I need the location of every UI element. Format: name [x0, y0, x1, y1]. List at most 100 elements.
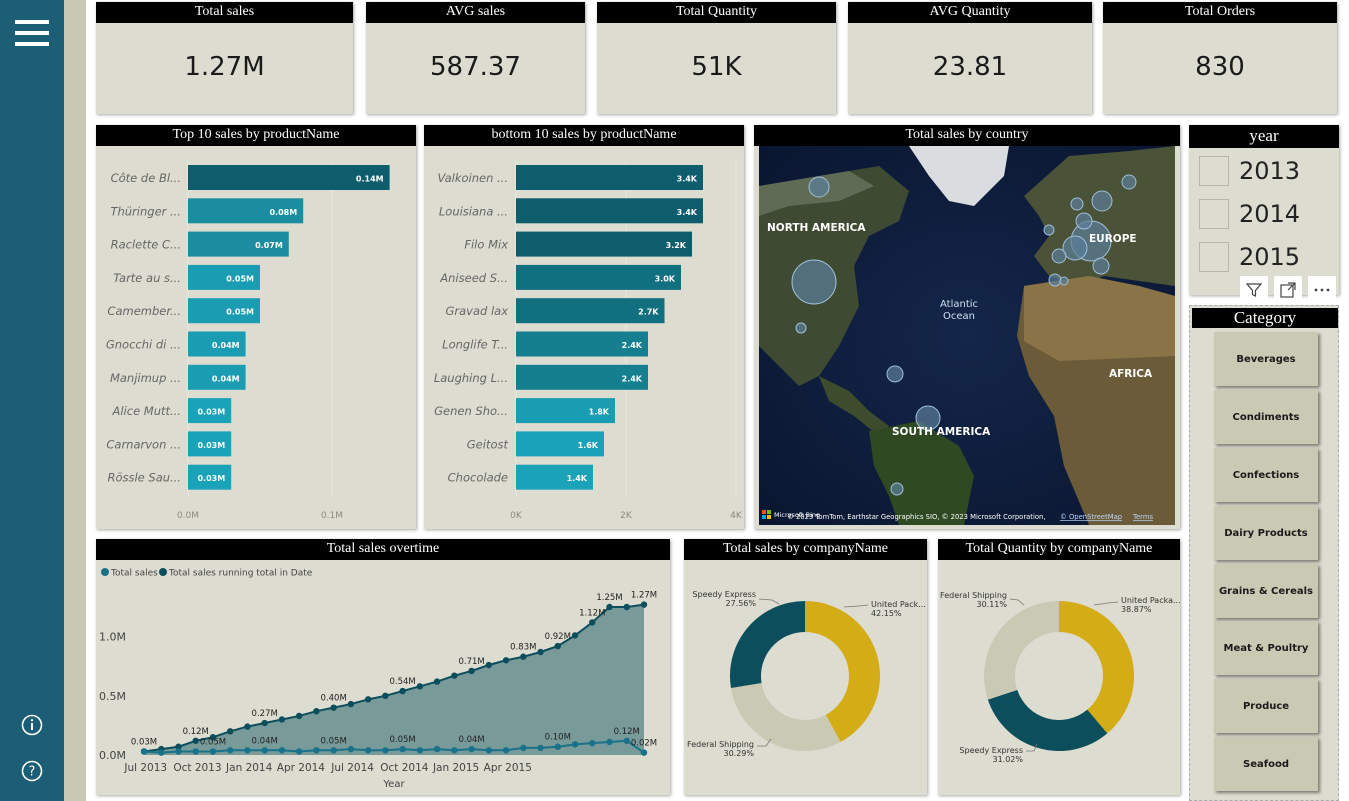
- running-total-point[interactable]: [433, 678, 441, 685]
- kpi-card-total-sales: Total sales 1.27M: [96, 2, 353, 114]
- total-sales-point[interactable]: [468, 745, 475, 753]
- map-osm-link[interactable]: © OpenStreetMap: [1060, 513, 1122, 521]
- nav-edge-strip: [64, 0, 86, 801]
- total-sales-point[interactable]: [606, 738, 613, 746]
- world-map[interactable]: NORTH AMERICA Atlantic Ocean EUROPE AFRI…: [759, 146, 1175, 525]
- total-sales-point[interactable]: [399, 745, 406, 753]
- donut-slice[interactable]: [987, 689, 1108, 751]
- total-sales-point[interactable]: [261, 747, 268, 754]
- category-button-dairy-products[interactable]: Dairy Products: [1214, 506, 1318, 560]
- running-total-point[interactable]: [295, 712, 303, 720]
- bubble-portugal: [1048, 273, 1062, 287]
- running-total-point[interactable]: [399, 687, 406, 695]
- running-total-point[interactable]: [192, 737, 199, 744]
- category-button-produce[interactable]: Produce: [1214, 679, 1318, 733]
- total-sales-point[interactable]: [278, 747, 286, 754]
- category-label: Geitost: [467, 437, 509, 451]
- running-total-point[interactable]: [347, 700, 355, 708]
- running-total-point[interactable]: [554, 642, 561, 650]
- total-sales-point[interactable]: [640, 749, 648, 756]
- running-total-point[interactable]: [537, 648, 544, 656]
- map-terms-link[interactable]: Terms: [1132, 513, 1153, 521]
- category-button-seafood[interactable]: Seafood: [1214, 737, 1318, 791]
- total-sales-point[interactable]: [554, 743, 561, 750]
- total-sales-point[interactable]: [485, 747, 493, 754]
- running-total-point[interactable]: [571, 632, 579, 639]
- running-total-point[interactable]: [278, 716, 286, 723]
- focus-mode-icon[interactable]: [1274, 276, 1302, 304]
- total-sales-point[interactable]: [295, 748, 303, 755]
- filter-icon[interactable]: [1240, 276, 1268, 304]
- donut-quantity-card[interactable]: Total Quantity by companyName United Pac…: [938, 539, 1180, 795]
- data-label: 2.4K: [622, 341, 643, 350]
- total-sales-point[interactable]: [175, 748, 182, 755]
- total-sales-point[interactable]: [589, 739, 596, 747]
- running-total-point[interactable]: [244, 723, 251, 730]
- total-sales-point[interactable]: [537, 744, 544, 752]
- category-button-condiments[interactable]: Condiments: [1214, 390, 1318, 444]
- total-sales-point[interactable]: [382, 747, 389, 754]
- total-sales-point[interactable]: [158, 749, 165, 756]
- bottom10-chart-card[interactable]: bottom 10 sales by productName 0K 2K 4K Val…: [424, 125, 744, 529]
- total-sales-point[interactable]: [244, 747, 251, 754]
- map-card[interactable]: Total sales by country NORTH AMERICA Atl…: [754, 125, 1180, 529]
- kpi-value: 23.81: [932, 52, 1008, 82]
- info-icon[interactable]: [0, 714, 64, 741]
- checkbox[interactable]: [1199, 242, 1229, 272]
- total-sales-point[interactable]: [520, 744, 527, 752]
- donut-slice[interactable]: [984, 601, 1059, 700]
- running-total-point[interactable]: [468, 667, 475, 675]
- running-total-point[interactable]: [382, 692, 389, 699]
- total-sales-point[interactable]: [433, 745, 441, 753]
- category-button-meat-poultry[interactable]: Meat & Poultry: [1214, 621, 1318, 675]
- running-total-point[interactable]: [640, 601, 648, 608]
- total-sales-point[interactable]: [451, 747, 458, 754]
- running-total-point[interactable]: [364, 696, 372, 703]
- total-sales-point[interactable]: [623, 737, 630, 744]
- year-option-2015[interactable]: 2015: [1199, 241, 1300, 273]
- total-sales-point[interactable]: [140, 748, 148, 755]
- checkbox[interactable]: [1199, 199, 1229, 229]
- checkbox[interactable]: [1199, 156, 1229, 186]
- total-sales-point[interactable]: [209, 748, 217, 755]
- running-total-point[interactable]: [451, 672, 458, 679]
- running-total-point[interactable]: [227, 728, 234, 735]
- total-sales-point[interactable]: [347, 745, 355, 753]
- donut-sales-card[interactable]: Total sales by companyName United Pack..…: [684, 539, 927, 795]
- hamburger-menu-icon[interactable]: [0, 18, 64, 53]
- running-total-point[interactable]: [416, 683, 424, 690]
- category-button-confections[interactable]: Confections: [1214, 448, 1318, 502]
- total-sales-point[interactable]: [313, 747, 320, 754]
- help-icon[interactable]: ?: [0, 760, 64, 787]
- bar[interactable]: [516, 198, 703, 224]
- top10-chart-card[interactable]: Top 10 sales by productName 0.0M 0.1M Côte…: [96, 125, 416, 529]
- running-total-point[interactable]: [520, 653, 527, 660]
- bar[interactable]: [516, 165, 703, 190]
- data-label: 2.7K: [638, 308, 659, 317]
- total-sales-point[interactable]: [330, 747, 337, 754]
- running-total-point[interactable]: [485, 661, 493, 669]
- total-sales-point[interactable]: [571, 741, 579, 748]
- running-total-point[interactable]: [330, 704, 337, 711]
- donut-slice[interactable]: [1059, 601, 1134, 734]
- running-total-point[interactable]: [502, 657, 510, 664]
- category-label: Valkoinen ...: [437, 171, 508, 185]
- running-total-point[interactable]: [606, 603, 613, 611]
- total-sales-point[interactable]: [364, 747, 372, 754]
- category-button-grains-cereals[interactable]: Grains & Cereals: [1214, 564, 1318, 618]
- donut-slice[interactable]: [730, 601, 805, 689]
- total-sales-point[interactable]: [227, 747, 234, 754]
- total-sales-point[interactable]: [416, 747, 424, 754]
- running-total-point[interactable]: [589, 619, 596, 626]
- total-sales-point[interactable]: [502, 747, 510, 754]
- running-total-point[interactable]: [313, 707, 320, 715]
- more-options-icon[interactable]: [1308, 276, 1336, 304]
- category-button-beverages[interactable]: Beverages: [1214, 332, 1318, 386]
- running-total-point[interactable]: [261, 719, 268, 727]
- running-total-point[interactable]: [623, 603, 630, 611]
- year-option-2014[interactable]: 2014: [1199, 198, 1300, 230]
- year-option-2013[interactable]: 2013: [1199, 155, 1300, 187]
- kpi-value: 830: [1195, 52, 1245, 82]
- overtime-chart-card[interactable]: Total sales overtime Total sales Total s…: [96, 539, 670, 795]
- total-sales-point[interactable]: [192, 748, 199, 755]
